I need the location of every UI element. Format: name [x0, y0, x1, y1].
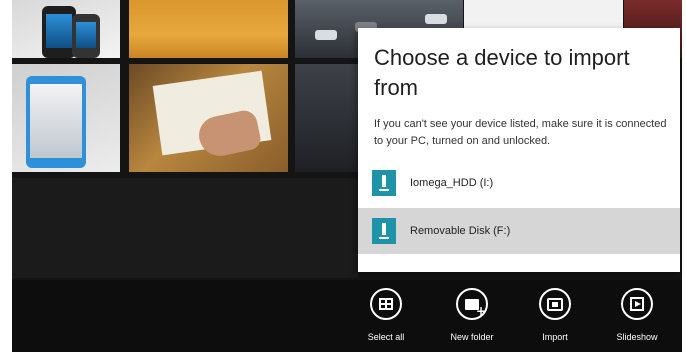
- phone-image: [42, 6, 76, 58]
- device-label: Iomega_HDD (I:): [410, 177, 494, 189]
- new-folder-button[interactable]: New folder: [442, 288, 502, 342]
- app-bar: Select all New folder Import Slideshow: [12, 280, 682, 352]
- slideshow-icon: [630, 297, 644, 311]
- import-label: Import: [542, 332, 568, 342]
- usb-drive-icon: [372, 218, 396, 244]
- usb-drive-icon: [372, 170, 396, 196]
- device-item-iomega[interactable]: Iomega_HDD (I:): [358, 160, 680, 206]
- import-icon: [547, 297, 563, 311]
- select-all-label: Select all: [367, 332, 405, 342]
- dialog-description: If you can't see your device listed, mak…: [374, 118, 667, 147]
- import-device-dialog: Choose a device to import from If you ca…: [358, 28, 680, 272]
- dialog-title: Choose a device to import from: [374, 45, 630, 100]
- new-folder-icon: [465, 298, 486, 318]
- new-folder-label: New folder: [450, 332, 494, 342]
- photo-tile: [12, 178, 358, 278]
- import-button[interactable]: Import: [525, 288, 585, 342]
- device-label: Removable Disk (F:): [410, 225, 511, 237]
- select-all-icon: [379, 298, 393, 310]
- car-image: [425, 14, 447, 24]
- slideshow-label: Slideshow: [616, 332, 658, 342]
- photo-tile[interactable]: [12, 64, 120, 172]
- photo-tile[interactable]: [12, 0, 120, 58]
- photo-tile[interactable]: [129, 0, 288, 58]
- phone-image: [72, 14, 100, 58]
- device-item-removable-disk[interactable]: Removable Disk (F:): [358, 208, 680, 254]
- photo-tile[interactable]: [129, 64, 288, 172]
- car-image: [315, 30, 337, 40]
- slideshow-button[interactable]: Slideshow: [607, 288, 667, 342]
- select-all-button[interactable]: Select all: [356, 288, 416, 342]
- phone-image: [26, 76, 86, 168]
